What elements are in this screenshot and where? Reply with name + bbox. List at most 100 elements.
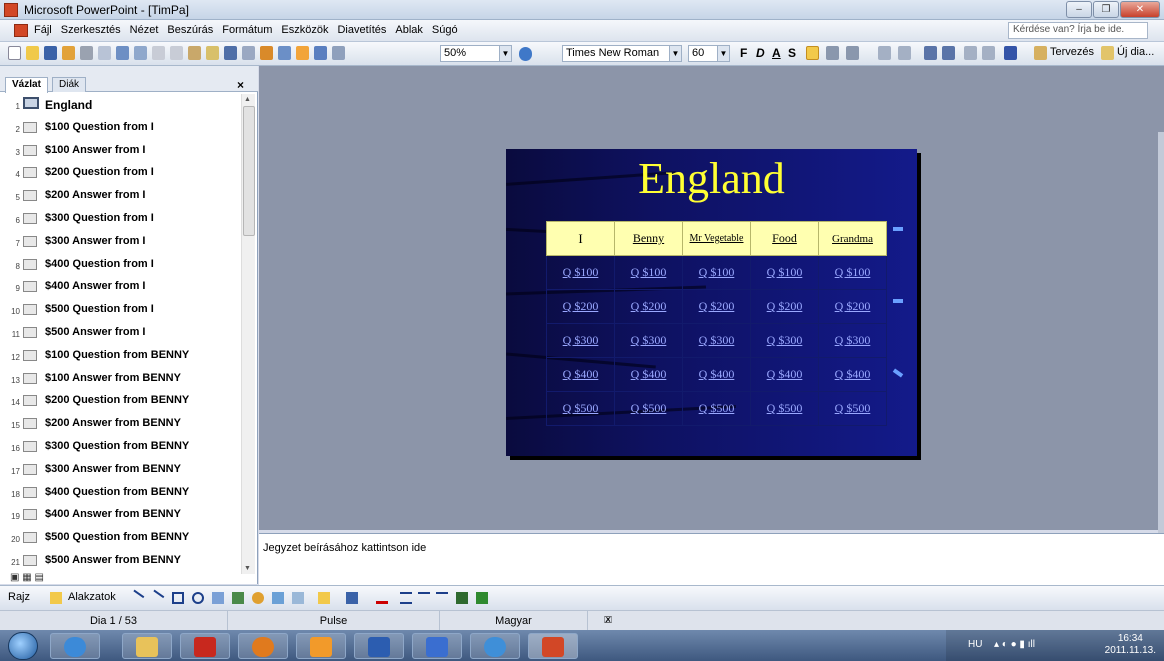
spell-check-icon[interactable]: 🗷: [588, 611, 628, 631]
outline-item[interactable]: 20 $500 Question from BENNY: [0, 527, 240, 549]
slide-icon[interactable]: [23, 97, 39, 109]
slide-icon[interactable]: [23, 213, 37, 224]
input-language[interactable]: HU: [968, 639, 982, 650]
open-icon[interactable]: [26, 46, 39, 60]
slide-icon[interactable]: [23, 349, 37, 361]
menu-insert[interactable]: Beszúrás: [167, 24, 213, 36]
decrease-font-icon[interactable]: [942, 46, 955, 60]
decrease-indent-icon[interactable]: [964, 46, 977, 60]
question-link[interactable]: Q $500: [767, 401, 803, 415]
question-link[interactable]: Q $100: [631, 265, 667, 279]
question-link[interactable]: Q $100: [767, 265, 803, 279]
notes-pane[interactable]: Jegyzet beírásához kattintson ide: [259, 533, 1164, 585]
align-left-icon[interactable]: [806, 46, 819, 60]
scroll-thumb[interactable]: [243, 106, 255, 236]
expand-all-icon[interactable]: [296, 46, 309, 60]
taskbar-filezilla[interactable]: [180, 633, 230, 659]
slide-icon[interactable]: [23, 167, 37, 179]
outline-item[interactable]: 10 $500 Question from I: [0, 299, 240, 321]
wordart-icon[interactable]: [232, 592, 244, 604]
slide-title-text[interactable]: $300 Answer from BENNY: [45, 463, 181, 475]
question-link[interactable]: Q $200: [563, 299, 599, 313]
start-button[interactable]: [8, 632, 38, 660]
italic-button[interactable]: D: [756, 46, 765, 60]
question-link[interactable]: Q $200: [699, 299, 735, 313]
taskbar-powerpoint[interactable]: [528, 633, 578, 659]
clipart-icon[interactable]: [272, 592, 284, 604]
view-buttons[interactable]: ▣ ▦ ▤: [10, 572, 44, 583]
question-link[interactable]: Q $100: [699, 265, 735, 279]
clock[interactable]: 16:34 2011.11.13.: [1105, 633, 1156, 657]
outline-item[interactable]: 13 $100 Answer from BENNY: [0, 368, 240, 390]
new-icon[interactable]: [8, 46, 21, 60]
zoom-select[interactable]: 50% ▼: [440, 45, 512, 62]
outline-item[interactable]: 15 $200 Answer from BENNY: [0, 413, 240, 435]
outline-item[interactable]: 17 $300 Answer from BENNY: [0, 459, 240, 481]
slide-icon[interactable]: [23, 486, 37, 498]
outline-item[interactable]: 21 $500 Answer from BENNY: [0, 550, 240, 572]
question-link[interactable]: Q $200: [631, 299, 667, 313]
fill-color-icon[interactable]: [318, 592, 330, 604]
tab-slides[interactable]: Diák: [52, 77, 87, 92]
slide-icon[interactable]: [23, 509, 37, 521]
close-button[interactable]: ✕: [1120, 1, 1160, 18]
grid-icon[interactable]: [332, 46, 345, 60]
menu-file[interactable]: Fájl: [34, 24, 52, 36]
shadow-button[interactable]: S: [788, 46, 796, 60]
taskbar-quicktime[interactable]: [470, 633, 520, 659]
line-style-icon[interactable]: [400, 592, 412, 604]
question-link[interactable]: Q $300: [631, 333, 667, 347]
rectangle-icon[interactable]: [172, 592, 184, 604]
design-button[interactable]: Tervezés: [1050, 46, 1094, 58]
question-link[interactable]: Q $500: [631, 401, 667, 415]
select-objects-icon[interactable]: [50, 592, 62, 604]
outline-item[interactable]: 9 $400 Answer from I: [0, 276, 240, 298]
design-icon[interactable]: [1034, 46, 1047, 60]
question-link[interactable]: Q $400: [699, 367, 735, 381]
question-link[interactable]: Q $200: [835, 299, 871, 313]
dash-style-icon[interactable]: [418, 592, 430, 604]
research-icon[interactable]: [134, 46, 147, 60]
restore-button[interactable]: ❐: [1093, 1, 1119, 18]
taskbar-explorer[interactable]: [122, 633, 172, 659]
slide-title-text[interactable]: $300 Answer from I: [45, 235, 145, 247]
slide-icon[interactable]: [23, 418, 37, 430]
slide-icon[interactable]: [23, 121, 37, 133]
document-icon[interactable]: [14, 24, 28, 37]
question-link[interactable]: Q $100: [835, 265, 871, 279]
slide-icon[interactable]: [23, 372, 37, 384]
slide-title-text[interactable]: $100 Answer from I: [45, 144, 145, 156]
slide-title[interactable]: England: [506, 153, 917, 204]
show-formatting-icon[interactable]: [314, 46, 327, 60]
slide-icon[interactable]: [23, 144, 37, 156]
outline-item[interactable]: 14 $200 Question from BENNY: [0, 390, 240, 412]
font-color-icon[interactable]: [1004, 46, 1017, 60]
undo-icon[interactable]: [224, 46, 237, 60]
slide-title-text[interactable]: $500 Question from BENNY: [45, 531, 189, 543]
outline-item[interactable]: 5 $200 Answer from I: [0, 185, 240, 207]
menu-window[interactable]: Ablak: [395, 24, 423, 36]
slide-icon[interactable]: [23, 190, 37, 202]
permission-icon[interactable]: [62, 46, 75, 60]
menu-format[interactable]: Formátum: [222, 24, 272, 36]
tray-icons[interactable]: ▴ ◐ ● ▮ ıll: [994, 639, 1035, 650]
slide-icon[interactable]: [23, 281, 37, 293]
3d-style-icon[interactable]: [476, 592, 488, 604]
cut-icon[interactable]: [152, 46, 165, 60]
outline-item[interactable]: 19 $400 Answer from BENNY: [0, 504, 240, 526]
print-preview-icon[interactable]: [98, 46, 111, 60]
redo-icon[interactable]: [242, 46, 255, 60]
question-link[interactable]: Q $400: [835, 367, 871, 381]
taskbar-word[interactable]: [412, 633, 462, 659]
slide-icon[interactable]: [23, 441, 37, 452]
outline-item[interactable]: 16 $300 Question from BENNY: [0, 436, 240, 458]
font-name-select[interactable]: Times New Roman ▼: [562, 45, 682, 62]
slide-title-text[interactable]: $500 Answer from I: [45, 326, 145, 338]
slide-icon[interactable]: [23, 258, 37, 270]
insert-chart-icon[interactable]: [260, 46, 273, 60]
slide-title-text[interactable]: England: [45, 98, 92, 112]
question-link[interactable]: Q $400: [631, 367, 667, 381]
arrow-style-icon[interactable]: [436, 592, 448, 604]
outline-item[interactable]: 6 $300 Question from I: [0, 208, 240, 230]
slide-title-text[interactable]: $100 Question from BENNY: [45, 349, 189, 361]
